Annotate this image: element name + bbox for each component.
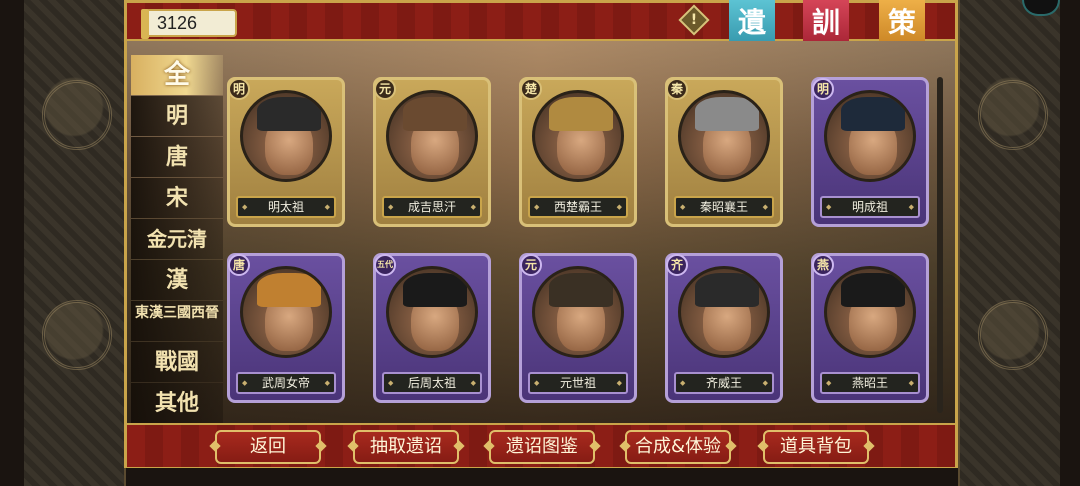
dynasty-badge: 明 [228,78,250,100]
emperor-name: 成吉思汗 [382,196,482,218]
dragon-ornament-icon [978,300,1048,370]
combine-trial-button[interactable]: 合成&体验 [625,430,731,464]
emperor-card[interactable]: 齐齐威王 [665,253,783,403]
dragon-ornament-icon [978,80,1048,150]
category-other[interactable]: 其他 [131,383,223,423]
emperor-portrait [386,266,478,358]
emperor-portrait [240,90,332,182]
emperor-name: 明太祖 [236,196,336,218]
draw-edict-button[interactable]: 抽取遗诏 [353,430,459,464]
emperor-card[interactable]: 秦秦昭襄王 [665,77,783,227]
category-jin-yuan-qing[interactable]: 金元清 [131,219,223,259]
dynasty-badge: 齐 [666,254,688,276]
category-sidebar: 全 明 唐 宋 金元清 漢 東漢三國西晉 戰國 其他 [131,55,223,424]
headwear-shape [257,273,321,307]
category-zhanguo[interactable]: 戰國 [131,342,223,382]
scrollbar[interactable] [937,77,943,413]
headwear-shape [549,97,613,131]
item-bag-button[interactable]: 道具背包 [763,430,869,464]
dynasty-badge: 五代 [374,254,396,276]
emperor-card[interactable]: 元成吉思汗 [373,77,491,227]
emperor-name: 秦昭襄王 [674,196,774,218]
scroll-icon [141,9,149,39]
emperor-name: 元世祖 [528,372,628,394]
emperor-card[interactable]: 燕燕昭王 [811,253,929,403]
top-bar: 3126 ! 遺 訓 策 [127,0,955,59]
emperor-card[interactable]: 明明成祖 [811,77,929,227]
emperor-portrait [824,266,916,358]
emperor-name: 齐威王 [674,372,774,394]
headwear-shape [403,273,467,307]
dynasty-badge: 唐 [228,254,250,276]
dragon-ornament-icon [42,300,112,370]
category-song[interactable]: 宋 [131,178,223,218]
category-ming[interactable]: 明 [131,96,223,136]
dynasty-badge: 元 [520,254,542,276]
emperor-card[interactable]: 楚西楚霸王 [519,77,637,227]
main-frame: 3126 ! 遺 訓 策 全 明 唐 宋 金元清 漢 東漢三國西晉 戰國 其他 … [124,0,958,468]
dynasty-badge: 楚 [520,78,542,100]
emperor-card[interactable]: 元元世祖 [519,253,637,403]
headwear-shape [841,97,905,131]
dynasty-badge: 秦 [666,78,688,100]
emperor-card[interactable]: 明明太祖 [227,77,345,227]
dynasty-badge: 元 [374,78,396,100]
emperor-name: 后周太祖 [382,372,482,394]
headwear-shape [549,273,613,307]
emperor-portrait [386,90,478,182]
headwear-shape [403,97,467,131]
emperor-card[interactable]: 五代后周太祖 [373,253,491,403]
emperor-portrait [678,266,770,358]
category-han[interactable]: 漢 [131,260,223,300]
headwear-shape [257,97,321,131]
edict-gallery-button[interactable]: 遗诏图鉴 [489,430,595,464]
emperor-portrait [532,90,624,182]
headwear-shape [841,273,905,307]
category-tang[interactable]: 唐 [131,137,223,177]
emperor-portrait [824,90,916,182]
headwear-shape [695,97,759,131]
right-ornament-panel [958,0,1060,486]
emperor-name: 西楚霸王 [528,196,628,218]
back-button[interactable]: 返回 [215,430,321,464]
left-ornament-panel [24,0,126,486]
headwear-shape [695,273,759,307]
bottom-button-bar: 返回 抽取遗诏 遗诏图鉴 合成&体验 道具背包 [127,423,955,467]
emperor-portrait [240,266,332,358]
currency-counter: 3126 [141,9,237,39]
dragon-ornament-icon [42,80,112,150]
category-all[interactable]: 全 [131,55,223,95]
currency-amount: 3126 [157,13,198,33]
emperor-portrait [678,90,770,182]
emperor-name: 武周女帝 [236,372,336,394]
emperor-name: 明成祖 [820,196,920,218]
dynasty-badge: 明 [812,78,834,100]
emperor-portrait [532,266,624,358]
category-donghan-sanguo-xijin[interactable]: 東漢三國西晉 [131,301,223,341]
emperor-name: 燕昭王 [820,372,920,394]
warning-icon[interactable]: ! [678,4,710,36]
emperor-card[interactable]: 唐武周女帝 [227,253,345,403]
dynasty-badge: 燕 [812,254,834,276]
